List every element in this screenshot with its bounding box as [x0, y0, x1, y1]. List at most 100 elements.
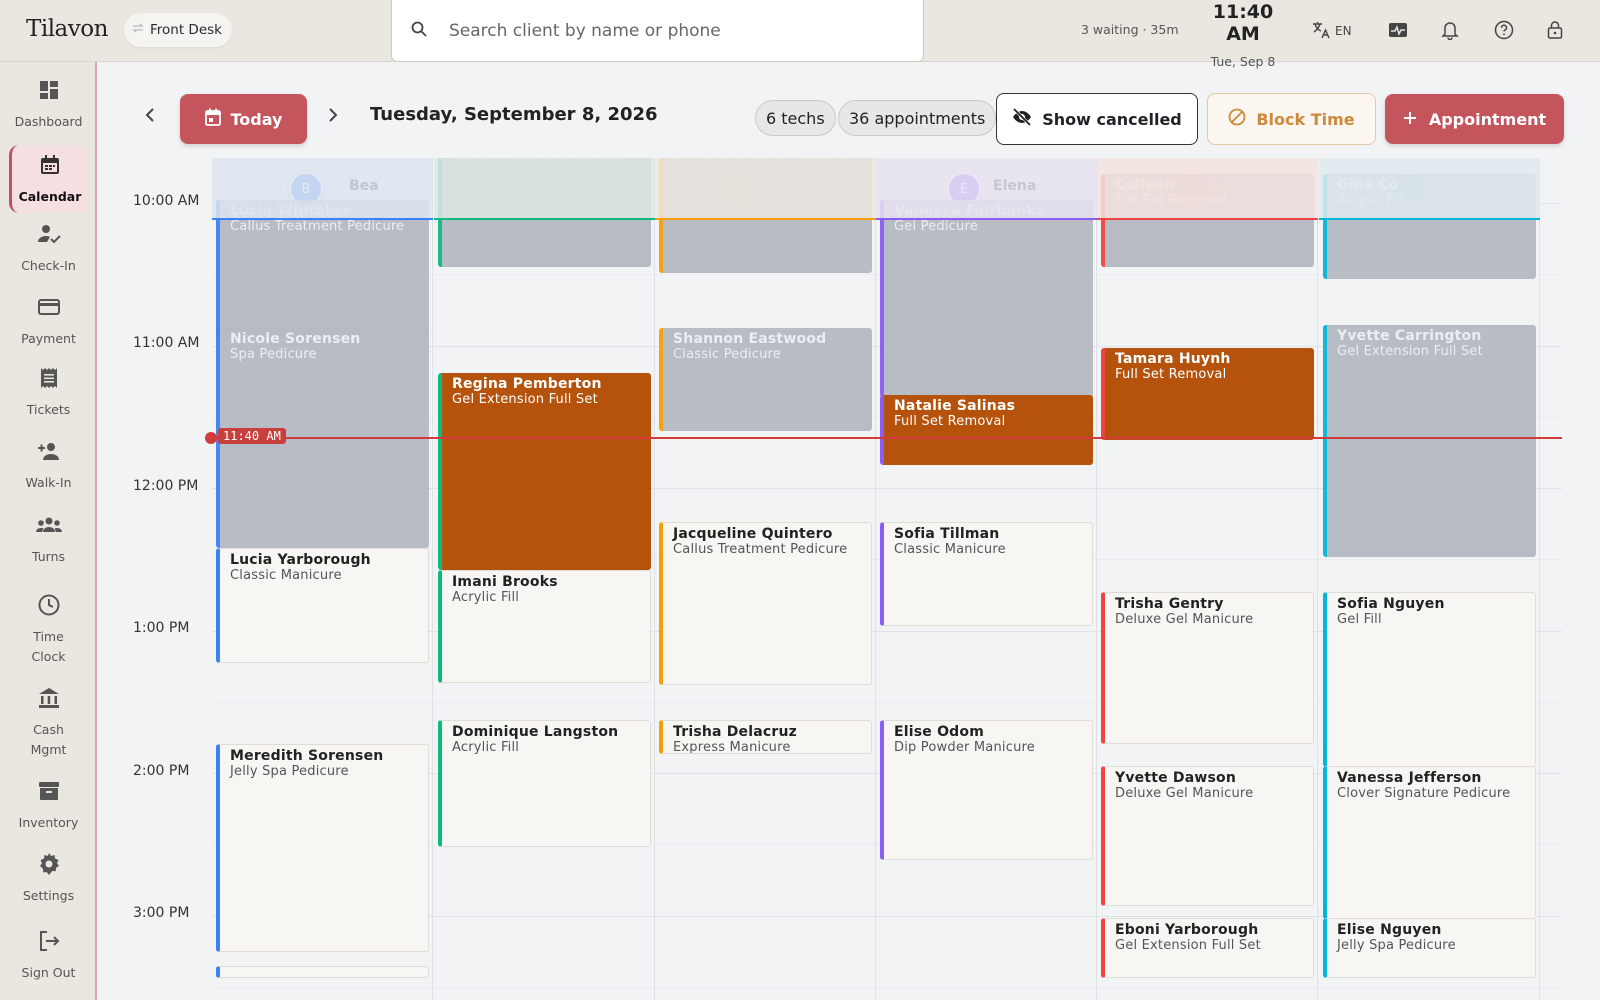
client-name: Nicole Sorensen: [230, 331, 361, 347]
chevron-right-icon: [327, 107, 339, 128]
appointment-card[interactable]: Yvette Dawson Deluxe Gel Manicure: [1101, 766, 1314, 906]
nav-check-in[interactable]: Check-In: [9, 222, 88, 278]
appointment-card[interactable]: Sofia Nguyen Gel Fill: [1323, 592, 1536, 767]
nav-payment[interactable]: Payment: [9, 295, 88, 351]
current-time-dot: [205, 432, 217, 444]
appointment-card[interactable]: Dominique Langston Acrylic Fill: [438, 720, 651, 847]
payment-icon: [37, 295, 61, 329]
appointment-card[interactable]: Natalie Salinas Full Set Removal: [880, 395, 1093, 465]
appointment-card[interactable]: Regina Pemberton Gel Extension Full Set: [438, 373, 651, 570]
appointment-card[interactable]: Elise Nguyen Jelly Spa Pedicure: [1323, 918, 1536, 978]
nav-tickets[interactable]: Tickets: [9, 366, 88, 422]
tech-column[interactable]: TThuyGina CoAcrylic FillYvette Carringto…: [1319, 158, 1540, 1000]
appointment-card[interactable]: Imani Brooks Acrylic Fill: [438, 570, 651, 683]
service-name: Express Manicure: [673, 740, 791, 754]
time-label: 10:00 AM: [133, 193, 200, 209]
tech-column[interactable]: EElenaVanessa FairbanksGel PedicureNatal…: [876, 158, 1097, 1000]
nav-settings[interactable]: Settings: [9, 852, 88, 908]
service-name: Classic Pedicure: [673, 347, 781, 362]
nav-label: Dashboard: [14, 114, 83, 129]
tech-column[interactable]: BBeaLucia WhitakerCallus Treatment Pedic…: [212, 158, 433, 1000]
monitor-button[interactable]: [1388, 18, 1408, 44]
walk-in-icon: [36, 439, 62, 473]
appointment-card[interactable]: Vanessa Jefferson Clover Signature Pedicu…: [1323, 766, 1536, 919]
top-bar: Tilavon Front Desk 3 waiting · 35m 11:40…: [0, 0, 1600, 69]
station-switcher[interactable]: Front Desk: [124, 13, 232, 47]
client-name: Elise Odom: [894, 724, 984, 740]
nav-turns[interactable]: Turns: [9, 513, 88, 569]
tech-column[interactable]: AAnaColleenFull Set RemovalTamara HuynhF…: [1097, 158, 1318, 1000]
nav-dashboard[interactable]: Dashboard: [9, 78, 88, 134]
settings-icon: [37, 852, 61, 886]
appointment-card[interactable]: Eboni Yarborough Gel Extension Full Set: [1101, 918, 1314, 978]
appointment-card[interactable]: Shannon Eastwood Classic Pedicure: [659, 328, 872, 431]
notifications-button[interactable]: [1441, 18, 1459, 44]
show-cancelled-button[interactable]: Show cancelled: [996, 93, 1198, 145]
client-name: Yvette Carrington: [1337, 328, 1482, 344]
show-cancelled-label: Show cancelled: [1042, 109, 1182, 129]
tech-column[interactable]: KKimCallus Treatment PedicureRegina Pemb…: [434, 158, 655, 1000]
chevron-left-icon: [144, 107, 156, 128]
appointments-count-badge: 36 appointments: [838, 100, 997, 136]
client-name: Shannon Eastwood: [673, 331, 827, 347]
block-time-button[interactable]: Block Time: [1207, 93, 1376, 145]
tickets-icon: [37, 366, 61, 400]
nav-time-clock[interactable]: Time Clock: [9, 593, 88, 673]
search-icon: [392, 21, 427, 41]
service-name: Callus Treatment Pedicure: [673, 542, 848, 557]
nav-label: Calendar: [18, 189, 82, 204]
today-label: Today: [230, 109, 283, 129]
service-name: Callus Treatment Pedicure: [230, 219, 405, 234]
service-name: Acrylic Fill: [452, 740, 520, 755]
lock-button[interactable]: [1547, 18, 1563, 44]
nav-walk-in[interactable]: Walk-In: [9, 439, 88, 495]
calendar-icon: [38, 153, 62, 187]
new-appointment-button[interactable]: Appointment: [1385, 94, 1564, 144]
current-time-line: [212, 437, 1562, 439]
today-button[interactable]: Today: [180, 94, 307, 144]
appointment-card[interactable]: Trisha Gentry Deluxe Gel Manicure: [1101, 592, 1314, 744]
nav-inventory[interactable]: Inventory: [9, 779, 88, 835]
appointment-card[interactable]: Elise Odom Dip Powder Manicure: [880, 720, 1093, 860]
service-name: Clover Signature Pedicure: [1337, 786, 1511, 801]
appointment-card[interactable]: Vanessa FairbanksGel Pedicure: [880, 200, 1093, 397]
search-box[interactable]: [391, 0, 924, 62]
prev-day-button[interactable]: [144, 107, 156, 128]
current-time-badge: 11:40 AM: [218, 428, 286, 444]
nav-calendar[interactable]: Calendar: [9, 145, 88, 213]
nav-cash-mgmt[interactable]: Cash Mgmt: [9, 686, 88, 766]
appointment-card[interactable]: Sofia Tillman Classic Manicure: [880, 522, 1093, 626]
activity-monitor-icon: [1388, 21, 1408, 42]
time-label: 1:00 PM: [133, 620, 190, 636]
nav-label: Cash Mgmt: [30, 722, 67, 757]
help-button[interactable]: [1494, 18, 1514, 44]
appointment-label: Appointment: [1428, 109, 1547, 129]
next-day-button[interactable]: [327, 107, 339, 128]
current-date: Tue, Sep 8: [1210, 54, 1276, 69]
nav-label: Walk-In: [25, 475, 72, 490]
client-name: Sofia Tillman: [894, 526, 1000, 542]
inventory-icon: [37, 779, 61, 813]
service-name: Gel Fill: [1337, 612, 1382, 627]
client-name: Yvette Dawson: [1115, 770, 1237, 786]
appointment-card[interactable]: Lucia WhitakerCallus Treatment Pedicure: [216, 200, 429, 335]
appointment-card[interactable]: Tamara Huynh Full Set Removal: [1101, 348, 1314, 440]
appointment-card[interactable]: Lucia Yarborough Classic Manicure: [216, 548, 429, 663]
appointment-card[interactable]: Yvette Carrington Gel Extension Full Set: [1323, 325, 1536, 557]
appointment-card[interactable]: Meredith Sorensen Jelly Spa Pedicure: [216, 744, 429, 952]
service-name: Jelly Spa Pedicure: [230, 764, 349, 779]
appointment-card[interactable]: Trisha Delacruz Express Manicure: [659, 720, 872, 754]
service-name: Spa Pedicure: [230, 347, 317, 362]
time-label: 3:00 PM: [133, 905, 190, 921]
client-name: Meredith Sorensen: [230, 748, 384, 764]
nav-sign-out[interactable]: Sign Out: [9, 929, 88, 985]
appointment-card[interactable]: Jacqueline Quintero Callus Treatment Pedi…: [659, 522, 872, 685]
tech-color-line: [655, 218, 876, 220]
language-toggle[interactable]: EN: [1311, 18, 1352, 44]
service-name: Jelly Spa Pedicure: [1337, 938, 1456, 953]
tech-column[interactable]: RRosaClover Signature PedicureShannon Ea…: [655, 158, 876, 1000]
search-input[interactable]: [449, 20, 869, 41]
clock: 11:40 AM Tue, Sep 8: [1193, 0, 1293, 69]
appointment-card[interactable]: [216, 966, 429, 978]
nav-label: Check-In: [21, 258, 76, 273]
